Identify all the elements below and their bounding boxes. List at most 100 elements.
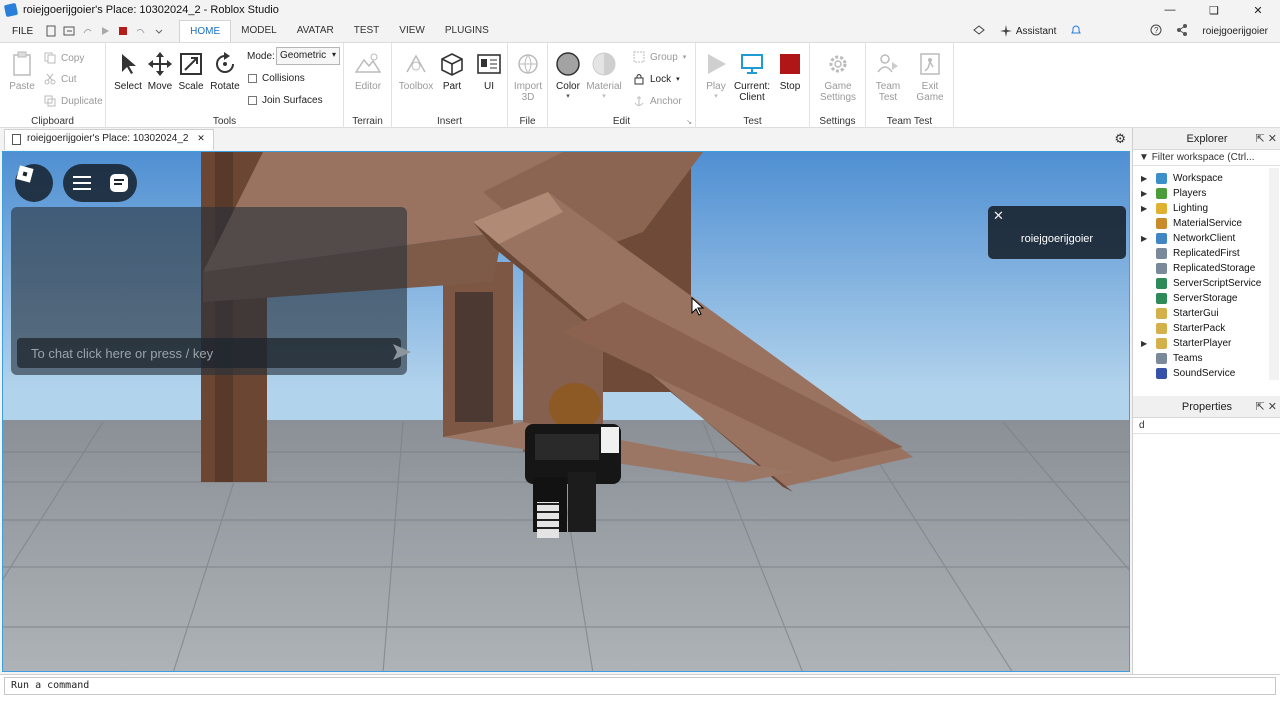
properties-filter-input[interactable]: d: [1133, 418, 1280, 434]
explorer-item[interactable]: ReplicatedFirst: [1133, 246, 1269, 261]
close-tab-icon[interactable]: ✕: [197, 133, 205, 143]
lock-dropdown-icon: ▾: [676, 76, 680, 83]
collisions-toggle[interactable]: Collisions: [248, 73, 305, 84]
assistant-button[interactable]: Assistant: [999, 25, 1056, 37]
close-properties-icon[interactable]: ✕: [1268, 401, 1277, 413]
current-label-line2: Client: [739, 92, 765, 103]
explorer-filter-input[interactable]: ▼ Filter workspace (Ctrl...: [1133, 150, 1280, 166]
username-label[interactable]: roiejgoerijgoier: [1202, 26, 1268, 37]
explorer-item[interactable]: ServerStorage: [1133, 291, 1269, 306]
tab-plugins[interactable]: PLUGINS: [435, 20, 499, 42]
stop-button[interactable]: Stop: [770, 49, 810, 92]
roblox-studio-logo-icon: [3, 2, 19, 18]
material-button[interactable]: Material ▾: [584, 49, 624, 100]
explorer-item[interactable]: ▶ NetworkClient: [1133, 231, 1269, 246]
expand-arrow-icon[interactable]: ▶: [1141, 201, 1147, 216]
explorer-item[interactable]: ▶ StarterPlayer: [1133, 336, 1269, 351]
tab-model[interactable]: MODEL: [231, 20, 287, 42]
explorer-item[interactable]: Teams: [1133, 351, 1269, 366]
exit-game-button[interactable]: Exit Game: [910, 49, 950, 103]
expand-arrow-icon[interactable]: ▶: [1141, 186, 1147, 201]
place-document-tab[interactable]: roiejgoerijgoier's Place: 10302024_2 ✕: [4, 129, 214, 150]
right-dock-panel: Explorer ⇱ ✕ ▼ Filter workspace (Ctrl...…: [1132, 128, 1280, 674]
color-button[interactable]: Color ▾: [548, 49, 588, 100]
edit-settings-launcher-icon[interactable]: ↘: [686, 118, 692, 126]
undo-icon[interactable]: [135, 25, 147, 37]
explorer-item[interactable]: ServerScriptService: [1133, 276, 1269, 291]
chat-placeholder: To chat click here or press / key: [31, 346, 214, 361]
explorer-item[interactable]: SoundService: [1133, 366, 1269, 381]
join-surfaces-checkbox[interactable]: [248, 96, 257, 105]
share-icon[interactable]: [1176, 23, 1188, 39]
chat-input[interactable]: To chat click here or press / key: [17, 338, 411, 368]
ui-label: UI: [484, 81, 494, 92]
lock-label: Lock: [650, 73, 672, 85]
copy-button[interactable]: Copy: [44, 52, 84, 64]
duplicate-button[interactable]: Duplicate: [44, 95, 103, 107]
close-explorer-icon[interactable]: ✕: [1268, 133, 1277, 145]
play-dropdown-icon: ▾: [714, 93, 718, 100]
close-button[interactable]: ✕: [1236, 0, 1280, 20]
mode-select[interactable]: Geometric ▾: [276, 47, 340, 65]
cut-label: Cut: [61, 73, 77, 85]
paste-button[interactable]: Paste: [2, 49, 42, 92]
explorer-item[interactable]: StarterPack: [1133, 321, 1269, 336]
import-3d-button[interactable]: Import 3D: [508, 49, 548, 103]
explorer-tree: ▶ Workspace ▶ Players ▶ Lighting MaterialServi…: [1133, 171, 1269, 381]
roblox-menu-button[interactable]: [15, 164, 53, 202]
tab-avatar[interactable]: AVATAR: [287, 20, 344, 42]
toolbox-button[interactable]: Toolbox: [396, 49, 436, 92]
explorer-scrollbar[interactable]: [1269, 168, 1279, 380]
tab-test[interactable]: TEST: [344, 20, 390, 42]
play-small-icon[interactable]: [99, 25, 111, 37]
collisions-checkbox[interactable]: [248, 74, 257, 83]
notifications-bell-icon[interactable]: [1070, 24, 1082, 39]
file-menu[interactable]: FILE: [0, 26, 41, 37]
explorer-item[interactable]: MaterialService: [1133, 216, 1269, 231]
maximize-button[interactable]: ❑: [1192, 0, 1236, 20]
redo-icon[interactable]: [81, 25, 93, 37]
rotate-button[interactable]: Rotate: [205, 49, 245, 92]
tab-home[interactable]: HOME: [179, 20, 232, 42]
open-file-icon[interactable]: [63, 25, 75, 37]
tab-view[interactable]: VIEW: [389, 20, 435, 42]
explorer-item[interactable]: ▶ Workspace: [1133, 171, 1269, 186]
current-client-button[interactable]: Current: Client: [732, 49, 772, 103]
close-icon[interactable]: ✕: [993, 208, 1004, 224]
minimize-button[interactable]: —: [1148, 0, 1192, 20]
undock-properties-icon[interactable]: ⇱: [1256, 401, 1265, 413]
group-button[interactable]: Group ▾: [633, 51, 686, 63]
join-surfaces-toggle[interactable]: Join Surfaces: [248, 95, 323, 106]
chevron-down-icon: ▾: [331, 50, 336, 59]
service-icon: [1156, 173, 1167, 184]
undock-icon[interactable]: ⇱: [1256, 133, 1265, 145]
stop-small-icon[interactable]: [117, 25, 129, 37]
ui-button[interactable]: UI: [469, 49, 509, 92]
part-button[interactable]: Part: [432, 49, 472, 92]
game-viewport[interactable]: To chat click here or press / key ✕ roie…: [2, 151, 1130, 672]
game-settings-button[interactable]: Game Settings: [818, 49, 858, 103]
explorer-item[interactable]: ▶ Players: [1133, 186, 1269, 201]
mode-label: Mode:: [247, 51, 275, 62]
customize-dropdown-icon[interactable]: [153, 25, 165, 37]
team-test-group-label: Team Test: [886, 116, 933, 127]
anchor-button[interactable]: Anchor: [633, 95, 682, 107]
cut-button[interactable]: Cut: [44, 73, 77, 85]
lock-button[interactable]: Lock ▾: [633, 73, 680, 85]
explorer-item-label: StarterGui: [1173, 308, 1219, 319]
help-icon[interactable]: ?: [1150, 24, 1162, 39]
expand-arrow-icon[interactable]: ▶: [1141, 171, 1147, 186]
play-button[interactable]: Play ▾: [696, 49, 736, 100]
expand-arrow-icon[interactable]: ▶: [1141, 336, 1147, 351]
terrain-editor-button[interactable]: Editor: [348, 49, 388, 92]
expand-arrow-icon[interactable]: ▶: [1141, 231, 1147, 246]
explorer-item[interactable]: ▶ Lighting: [1133, 201, 1269, 216]
new-file-icon[interactable]: [45, 25, 57, 37]
cloud-icon[interactable]: [972, 24, 986, 39]
viewport-settings-gear-icon[interactable]: ⚙: [1114, 131, 1126, 147]
settings-group: Game Settings Settings: [810, 43, 866, 129]
command-input[interactable]: Run a command: [4, 677, 1276, 695]
team-test-button[interactable]: Team Test: [868, 49, 908, 103]
explorer-item[interactable]: ReplicatedStorage: [1133, 261, 1269, 276]
explorer-item[interactable]: StarterGui: [1133, 306, 1269, 321]
